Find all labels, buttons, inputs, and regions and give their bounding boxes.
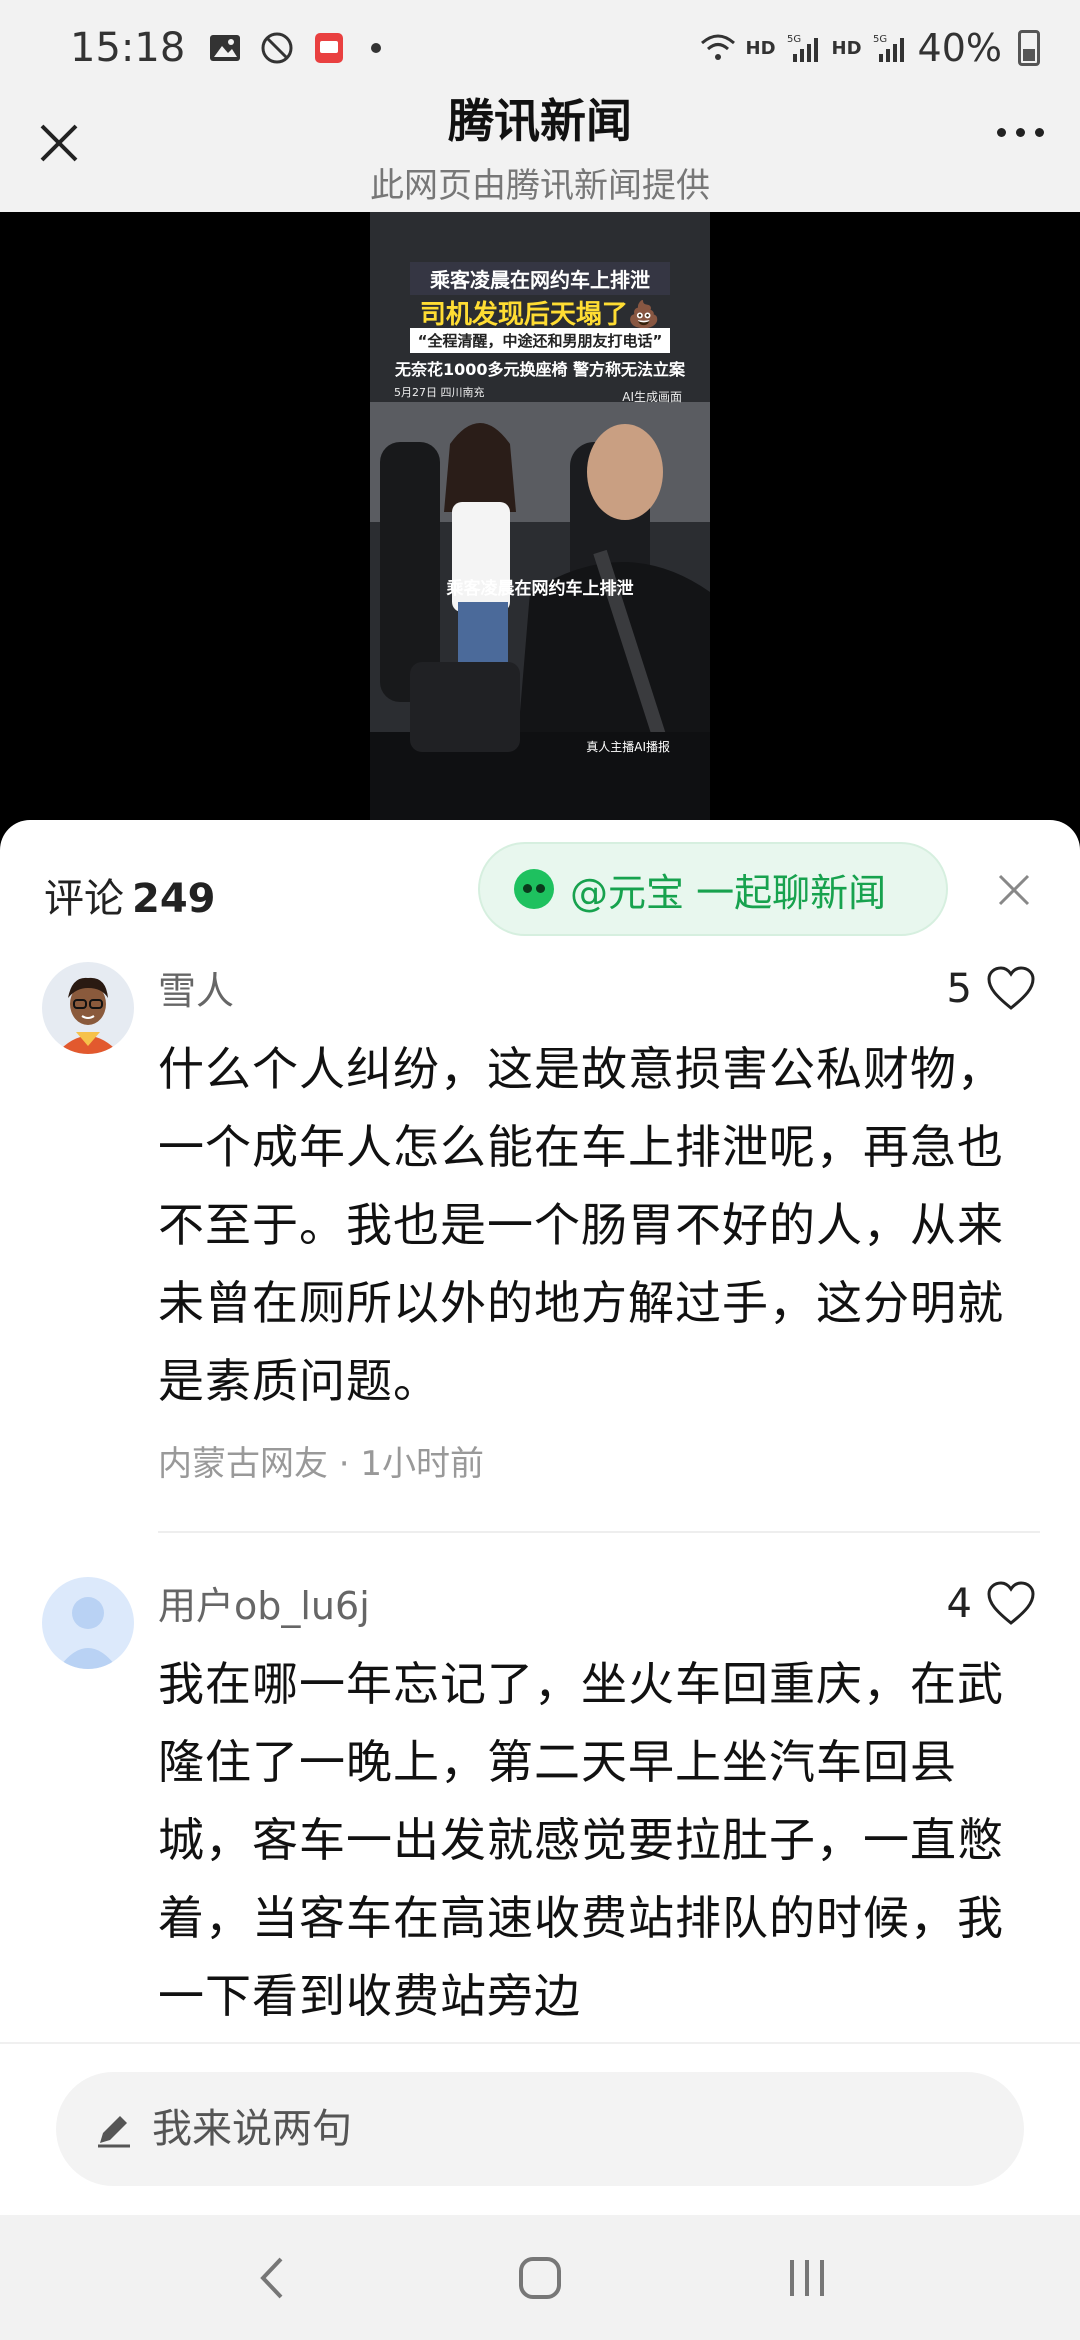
back-button[interactable] bbox=[233, 2238, 313, 2318]
system-nav-bar bbox=[0, 2215, 1080, 2340]
video-headline-2: 司机发现后天塌了💩 bbox=[419, 300, 661, 330]
comment-text: 我在哪一年忘记了，坐火车回重庆，在武隆住了一晚上，第二天早上坐汽车回县城，客车一… bbox=[158, 1657, 1004, 2023]
yuanbao-chat-button[interactable]: @元宝 一起聊新闻 bbox=[478, 842, 948, 936]
notification-icons bbox=[207, 32, 382, 64]
title-bar: 腾讯新闻 此网页由腾讯新闻提供 bbox=[0, 96, 1080, 212]
recent-apps-icon bbox=[789, 2259, 824, 2296]
comment-input[interactable] bbox=[152, 2106, 952, 2152]
heart-icon bbox=[987, 966, 1035, 1010]
status-bar: 15:18 HD 5G HD 5G 40% bbox=[0, 0, 1080, 96]
avatar[interactable] bbox=[42, 1577, 134, 1669]
video-frame[interactable]: 乘客凌晨在网约车上排泄 司机发现后天塌了💩 “全程清醒，中途还和男朋友打电话” … bbox=[370, 212, 710, 832]
status-time: 15:18 bbox=[70, 25, 186, 71]
more-options-icon[interactable] bbox=[997, 128, 1044, 137]
comment-input-container[interactable] bbox=[56, 2072, 1024, 2186]
signal-icon: 5G bbox=[786, 32, 822, 64]
page-source-note: 此网页由腾讯新闻提供 bbox=[370, 166, 710, 206]
like-count: 4 bbox=[946, 1581, 972, 1627]
battery-percent: 40% bbox=[917, 26, 1002, 70]
recent-apps-button[interactable] bbox=[767, 2238, 847, 2318]
video-date-location: 5月27日 四川南充 bbox=[394, 386, 485, 399]
comment-sheet: 评论 249 @元宝 一起聊新闻 雪人 5 什么个人纠纷，这是故意损害公私财物，一… bbox=[0, 820, 1080, 2215]
comment-count: 评论 249 bbox=[44, 866, 216, 924]
comment-author[interactable]: 用户ob_lu6j bbox=[158, 1577, 1040, 1635]
like-button[interactable]: 5 bbox=[947, 966, 1036, 1012]
video-headline-3: “全程清醒，中途还和男朋友打电话” bbox=[410, 328, 670, 353]
wifi-icon bbox=[700, 32, 736, 64]
comment-meta: 内蒙古网友 · 1小时前 bbox=[158, 1444, 485, 1484]
video-ai-label: AI生成画面 bbox=[622, 390, 682, 404]
comment-count-label: 评论 bbox=[44, 876, 124, 922]
hd-label-2: HD bbox=[831, 37, 862, 59]
app-notification-icon bbox=[311, 32, 347, 64]
comment-count-value: 249 bbox=[132, 876, 216, 922]
battery-icon bbox=[1018, 30, 1040, 66]
yuanbao-chat-label: @元宝 一起聊新闻 bbox=[570, 870, 887, 915]
page-title: 腾讯新闻 bbox=[448, 94, 632, 148]
home-button[interactable] bbox=[500, 2238, 580, 2318]
more-notifications-dot bbox=[371, 43, 382, 53]
avatar[interactable] bbox=[42, 962, 134, 1054]
comment-item: 雪人 5 什么个人纠纷，这是故意损害公私财物，一个成年人怎么能在车上排泄呢，再急… bbox=[0, 962, 1080, 1533]
video-host-label: 真人主播AI播报 bbox=[586, 740, 670, 754]
comment-sheet-header: 评论 249 @元宝 一起聊新闻 bbox=[0, 820, 1080, 962]
comment-author[interactable]: 雪人 bbox=[158, 962, 1040, 1020]
comment-text: 什么个人纠纷，这是故意损害公私财物，一个成年人怎么能在车上排泄呢，再急也不至于。… bbox=[158, 1042, 1004, 1408]
yuanbao-icon bbox=[514, 869, 554, 909]
comment-list[interactable]: 雪人 5 什么个人纠纷，这是故意损害公私财物，一个成年人怎么能在车上排泄呢，再急… bbox=[0, 962, 1080, 2062]
status-right: HD 5G HD 5G 40% bbox=[700, 26, 1040, 70]
video-subtitle: 乘客凌晨在网约车上排泄 bbox=[446, 579, 634, 599]
pencil-icon bbox=[98, 2116, 130, 2148]
hd-label: HD bbox=[745, 37, 776, 59]
gallery-icon bbox=[207, 32, 243, 64]
video-headline-4: 无奈花1000多元换座椅 警方称无法立案 bbox=[394, 360, 686, 379]
close-comments-icon[interactable] bbox=[996, 872, 1032, 908]
divider bbox=[158, 1531, 1040, 1533]
comment-input-bar bbox=[0, 2042, 1080, 2215]
like-button[interactable]: 4 bbox=[947, 1581, 1036, 1627]
back-icon bbox=[260, 2257, 283, 2298]
svg-text:5G: 5G bbox=[787, 34, 801, 45]
comment-item: 用户ob_lu6j 4 我在哪一年忘记了，坐火车回重庆，在武隆住了一晚上，第二天… bbox=[0, 1577, 1080, 2035]
heart-icon bbox=[987, 1581, 1035, 1625]
like-count: 5 bbox=[946, 966, 972, 1012]
svg-text:5G: 5G bbox=[873, 34, 887, 45]
home-icon bbox=[518, 2256, 561, 2299]
video-headline-1: 乘客凌晨在网约车上排泄 bbox=[410, 262, 670, 295]
signal-icon-2: 5G bbox=[872, 32, 908, 64]
video-player[interactable]: 乘客凌晨在网约车上排泄 司机发现后天塌了💩 “全程清醒，中途还和男朋友打电话” … bbox=[0, 212, 1080, 832]
blocked-icon bbox=[259, 32, 295, 64]
